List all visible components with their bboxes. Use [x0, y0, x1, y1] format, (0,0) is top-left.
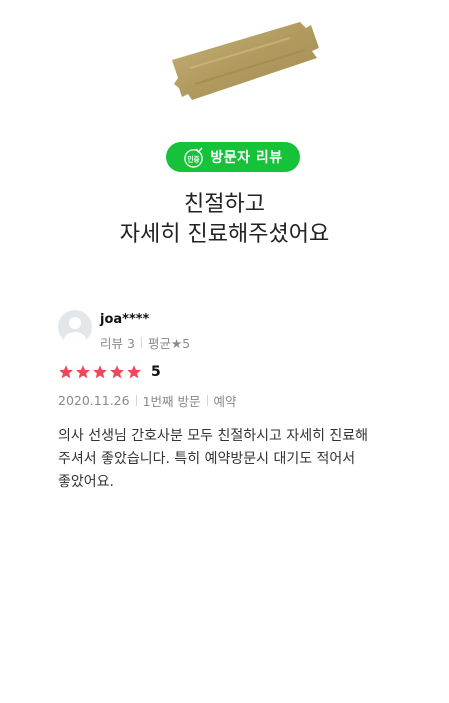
headline-line-1: 친절하고	[184, 192, 265, 217]
visit-type: 예약	[213, 394, 237, 409]
divider	[206, 395, 208, 406]
average-rating: 평균★5	[147, 336, 191, 351]
svg-text:인증: 인증	[188, 154, 200, 163]
reviewer-name[interactable]: joa****	[100, 312, 149, 327]
tape-decoration	[172, 22, 319, 100]
divider	[135, 395, 137, 406]
avatar[interactable]	[58, 310, 92, 344]
verified-icon: 인증	[184, 146, 204, 168]
review-headline: 친절하고 자세히 진료해주셨어요	[0, 190, 449, 250]
visitor-review-badge: 인증 방문자 리뷰	[166, 142, 300, 172]
star-icon	[76, 365, 90, 379]
divider	[140, 337, 142, 348]
review-line: 좋았어요.	[58, 474, 114, 490]
rating-value: 5	[151, 364, 161, 380]
visit-count: 1번째 방문	[142, 394, 201, 409]
stars	[58, 364, 143, 380]
star-rating: 5	[58, 364, 161, 380]
review-count: 리뷰 3	[100, 336, 135, 351]
visit-meta: 2020.11.26 1번째 방문 예약	[58, 391, 237, 410]
review-line: 주셔서 좋았습니다. 특히 예약방문시 대기도 적어서	[58, 451, 356, 467]
visit-date: 2020.11.26	[58, 393, 130, 408]
review-line: 의사 선생님 간호사분 모두 친절하시고 자세히 진료해	[58, 428, 369, 444]
reviewer-meta: 리뷰 3 평균★5	[100, 333, 190, 352]
star-icon	[127, 365, 141, 379]
badge-label: 방문자 리뷰	[210, 150, 283, 166]
user-icon	[64, 317, 86, 344]
star-icon	[110, 365, 124, 379]
headline-line-2: 자세히 진료해주셨어요	[119, 222, 330, 247]
star-icon	[93, 365, 107, 379]
review-card: 인증 방문자 리뷰 친절하고 자세히 진료해주셨어요 joa**** 리뷰 3 …	[0, 0, 449, 703]
review-text: 의사 선생님 간호사분 모두 친절하시고 자세히 진료해 주셔서 좋았습니다. …	[58, 425, 403, 494]
star-icon	[59, 365, 73, 379]
